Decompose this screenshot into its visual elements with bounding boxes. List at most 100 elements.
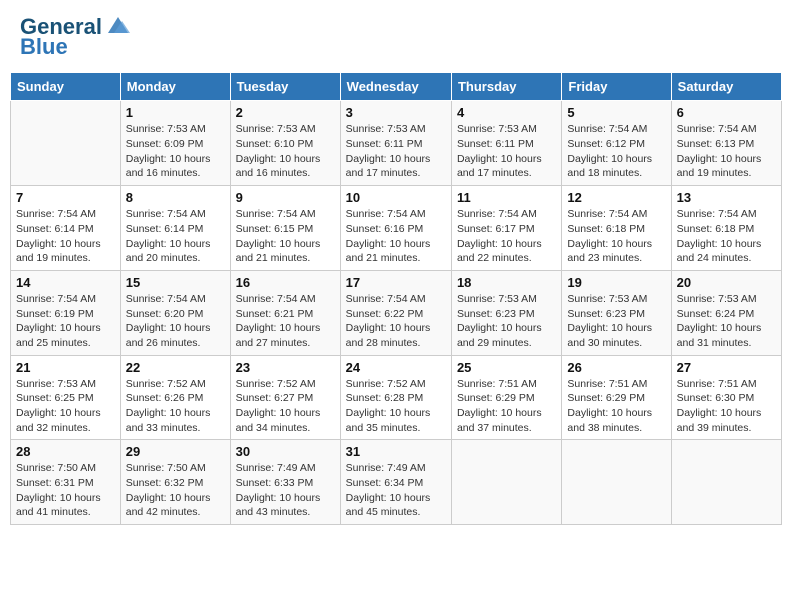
day-info: Sunrise: 7:54 AMSunset: 6:19 PMDaylight:… <box>16 292 115 351</box>
day-info: Sunrise: 7:54 AMSunset: 6:18 PMDaylight:… <box>677 207 776 266</box>
calendar-week-5: 28Sunrise: 7:50 AMSunset: 6:31 PMDayligh… <box>11 440 782 525</box>
day-info: Sunrise: 7:53 AMSunset: 6:11 PMDaylight:… <box>457 122 556 181</box>
weekday-monday: Monday <box>120 73 230 101</box>
calendar-cell <box>11 101 121 186</box>
day-number: 17 <box>346 275 446 290</box>
logo-icon <box>104 11 132 39</box>
calendar-cell: 9 Sunrise: 7:54 AMSunset: 6:15 PMDaylight… <box>230 186 340 271</box>
day-info: Sunrise: 7:49 AMSunset: 6:33 PMDaylight:… <box>236 461 335 520</box>
day-info: Sunrise: 7:54 AMSunset: 6:15 PMDaylight:… <box>236 207 335 266</box>
day-number: 27 <box>677 360 776 375</box>
day-info: Sunrise: 7:50 AMSunset: 6:31 PMDaylight:… <box>16 461 115 520</box>
calendar-cell: 11 Sunrise: 7:54 AMSunset: 6:17 PMDayligh… <box>451 186 561 271</box>
day-number: 20 <box>677 275 776 290</box>
day-info: Sunrise: 7:53 AMSunset: 6:23 PMDaylight:… <box>567 292 665 351</box>
day-number: 11 <box>457 190 556 205</box>
calendar-cell <box>671 440 781 525</box>
day-number: 10 <box>346 190 446 205</box>
calendar-cell: 7Sunrise: 7:54 AMSunset: 6:14 PMDaylight… <box>11 186 121 271</box>
calendar-cell: 24 Sunrise: 7:52 AMSunset: 6:28 PMDayligh… <box>340 355 451 440</box>
calendar-cell: 25 Sunrise: 7:51 AMSunset: 6:29 PMDayligh… <box>451 355 561 440</box>
day-number: 25 <box>457 360 556 375</box>
day-info: Sunrise: 7:53 AMSunset: 6:23 PMDaylight:… <box>457 292 556 351</box>
weekday-tuesday: Tuesday <box>230 73 340 101</box>
calendar-cell: 19 Sunrise: 7:53 AMSunset: 6:23 PMDayligh… <box>562 270 671 355</box>
calendar-cell: 22 Sunrise: 7:52 AMSunset: 6:26 PMDayligh… <box>120 355 230 440</box>
calendar-cell: 23Sunrise: 7:52 AMSunset: 6:27 PMDayligh… <box>230 355 340 440</box>
day-number: 12 <box>567 190 665 205</box>
day-info: Sunrise: 7:50 AMSunset: 6:32 PMDaylight:… <box>126 461 225 520</box>
day-number: 16 <box>236 275 335 290</box>
calendar-cell: 6 Sunrise: 7:54 AMSunset: 6:13 PMDaylight… <box>671 101 781 186</box>
calendar-cell: 5 Sunrise: 7:54 AMSunset: 6:12 PMDaylight… <box>562 101 671 186</box>
calendar-cell: 15Sunrise: 7:54 AMSunset: 6:20 PMDayligh… <box>120 270 230 355</box>
calendar-cell: 30 Sunrise: 7:49 AMSunset: 6:33 PMDayligh… <box>230 440 340 525</box>
day-number: 13 <box>677 190 776 205</box>
weekday-wednesday: Wednesday <box>340 73 451 101</box>
calendar-week-2: 7Sunrise: 7:54 AMSunset: 6:14 PMDaylight… <box>11 186 782 271</box>
day-info: Sunrise: 7:53 AMSunset: 6:10 PMDaylight:… <box>236 122 335 181</box>
day-info: Sunrise: 7:54 AMSunset: 6:18 PMDaylight:… <box>567 207 665 266</box>
day-info: Sunrise: 7:52 AMSunset: 6:28 PMDaylight:… <box>346 377 446 436</box>
weekday-saturday: Saturday <box>671 73 781 101</box>
day-number: 18 <box>457 275 556 290</box>
day-info: Sunrise: 7:54 AMSunset: 6:17 PMDaylight:… <box>457 207 556 266</box>
day-number: 2 <box>236 105 335 120</box>
header: General Blue <box>10 10 782 64</box>
day-info: Sunrise: 7:49 AMSunset: 6:34 PMDaylight:… <box>346 461 446 520</box>
calendar-week-3: 14 Sunrise: 7:54 AMSunset: 6:19 PMDayligh… <box>11 270 782 355</box>
weekday-thursday: Thursday <box>451 73 561 101</box>
calendar-cell: 14 Sunrise: 7:54 AMSunset: 6:19 PMDayligh… <box>11 270 121 355</box>
calendar-cell: 13 Sunrise: 7:54 AMSunset: 6:18 PMDayligh… <box>671 186 781 271</box>
day-number: 30 <box>236 444 335 459</box>
calendar-cell: 18 Sunrise: 7:53 AMSunset: 6:23 PMDayligh… <box>451 270 561 355</box>
calendar-cell: 8 Sunrise: 7:54 AMSunset: 6:14 PMDaylight… <box>120 186 230 271</box>
day-info: Sunrise: 7:53 AMSunset: 6:24 PMDaylight:… <box>677 292 776 351</box>
day-info: Sunrise: 7:54 AMSunset: 6:20 PMDaylight:… <box>126 292 225 351</box>
day-info: Sunrise: 7:51 AMSunset: 6:29 PMDaylight:… <box>567 377 665 436</box>
day-info: Sunrise: 7:54 AMSunset: 6:21 PMDaylight:… <box>236 292 335 351</box>
day-info: Sunrise: 7:51 AMSunset: 6:30 PMDaylight:… <box>677 377 776 436</box>
weekday-sunday: Sunday <box>11 73 121 101</box>
day-number: 8 <box>126 190 225 205</box>
calendar-cell: 1Sunrise: 7:53 AMSunset: 6:09 PMDaylight… <box>120 101 230 186</box>
day-info: Sunrise: 7:51 AMSunset: 6:29 PMDaylight:… <box>457 377 556 436</box>
calendar-cell: 16 Sunrise: 7:54 AMSunset: 6:21 PMDayligh… <box>230 270 340 355</box>
weekday-header-row: SundayMondayTuesdayWednesdayThursdayFrid… <box>11 73 782 101</box>
day-info: Sunrise: 7:54 AMSunset: 6:16 PMDaylight:… <box>346 207 446 266</box>
day-number: 31 <box>346 444 446 459</box>
day-number: 24 <box>346 360 446 375</box>
day-number: 5 <box>567 105 665 120</box>
day-number: 21 <box>16 360 115 375</box>
day-number: 26 <box>567 360 665 375</box>
day-number: 4 <box>457 105 556 120</box>
day-number: 23 <box>236 360 335 375</box>
calendar-cell: 27 Sunrise: 7:51 AMSunset: 6:30 PMDayligh… <box>671 355 781 440</box>
calendar-cell: 31 Sunrise: 7:49 AMSunset: 6:34 PMDayligh… <box>340 440 451 525</box>
calendar-cell: 4 Sunrise: 7:53 AMSunset: 6:11 PMDaylight… <box>451 101 561 186</box>
logo: General Blue <box>20 15 132 59</box>
calendar-cell: 21 Sunrise: 7:53 AMSunset: 6:25 PMDayligh… <box>11 355 121 440</box>
calendar-cell <box>562 440 671 525</box>
day-info: Sunrise: 7:52 AMSunset: 6:26 PMDaylight:… <box>126 377 225 436</box>
calendar-week-4: 21 Sunrise: 7:53 AMSunset: 6:25 PMDayligh… <box>11 355 782 440</box>
day-number: 9 <box>236 190 335 205</box>
calendar-cell: 2 Sunrise: 7:53 AMSunset: 6:10 PMDaylight… <box>230 101 340 186</box>
day-info: Sunrise: 7:54 AMSunset: 6:14 PMDaylight:… <box>126 207 225 266</box>
day-number: 19 <box>567 275 665 290</box>
day-number: 29 <box>126 444 225 459</box>
day-number: 6 <box>677 105 776 120</box>
day-info: Sunrise: 7:54 AMSunset: 6:14 PMDaylight:… <box>16 207 115 266</box>
calendar-cell: 12 Sunrise: 7:54 AMSunset: 6:18 PMDayligh… <box>562 186 671 271</box>
calendar-cell: 29 Sunrise: 7:50 AMSunset: 6:32 PMDayligh… <box>120 440 230 525</box>
calendar-cell: 28Sunrise: 7:50 AMSunset: 6:31 PMDayligh… <box>11 440 121 525</box>
day-number: 14 <box>16 275 115 290</box>
day-info: Sunrise: 7:53 AMSunset: 6:11 PMDaylight:… <box>346 122 446 181</box>
weekday-friday: Friday <box>562 73 671 101</box>
calendar-week-1: 1Sunrise: 7:53 AMSunset: 6:09 PMDaylight… <box>11 101 782 186</box>
day-info: Sunrise: 7:54 AMSunset: 6:12 PMDaylight:… <box>567 122 665 181</box>
day-info: Sunrise: 7:53 AMSunset: 6:25 PMDaylight:… <box>16 377 115 436</box>
calendar-cell: 26 Sunrise: 7:51 AMSunset: 6:29 PMDayligh… <box>562 355 671 440</box>
day-number: 22 <box>126 360 225 375</box>
day-info: Sunrise: 7:54 AMSunset: 6:13 PMDaylight:… <box>677 122 776 181</box>
